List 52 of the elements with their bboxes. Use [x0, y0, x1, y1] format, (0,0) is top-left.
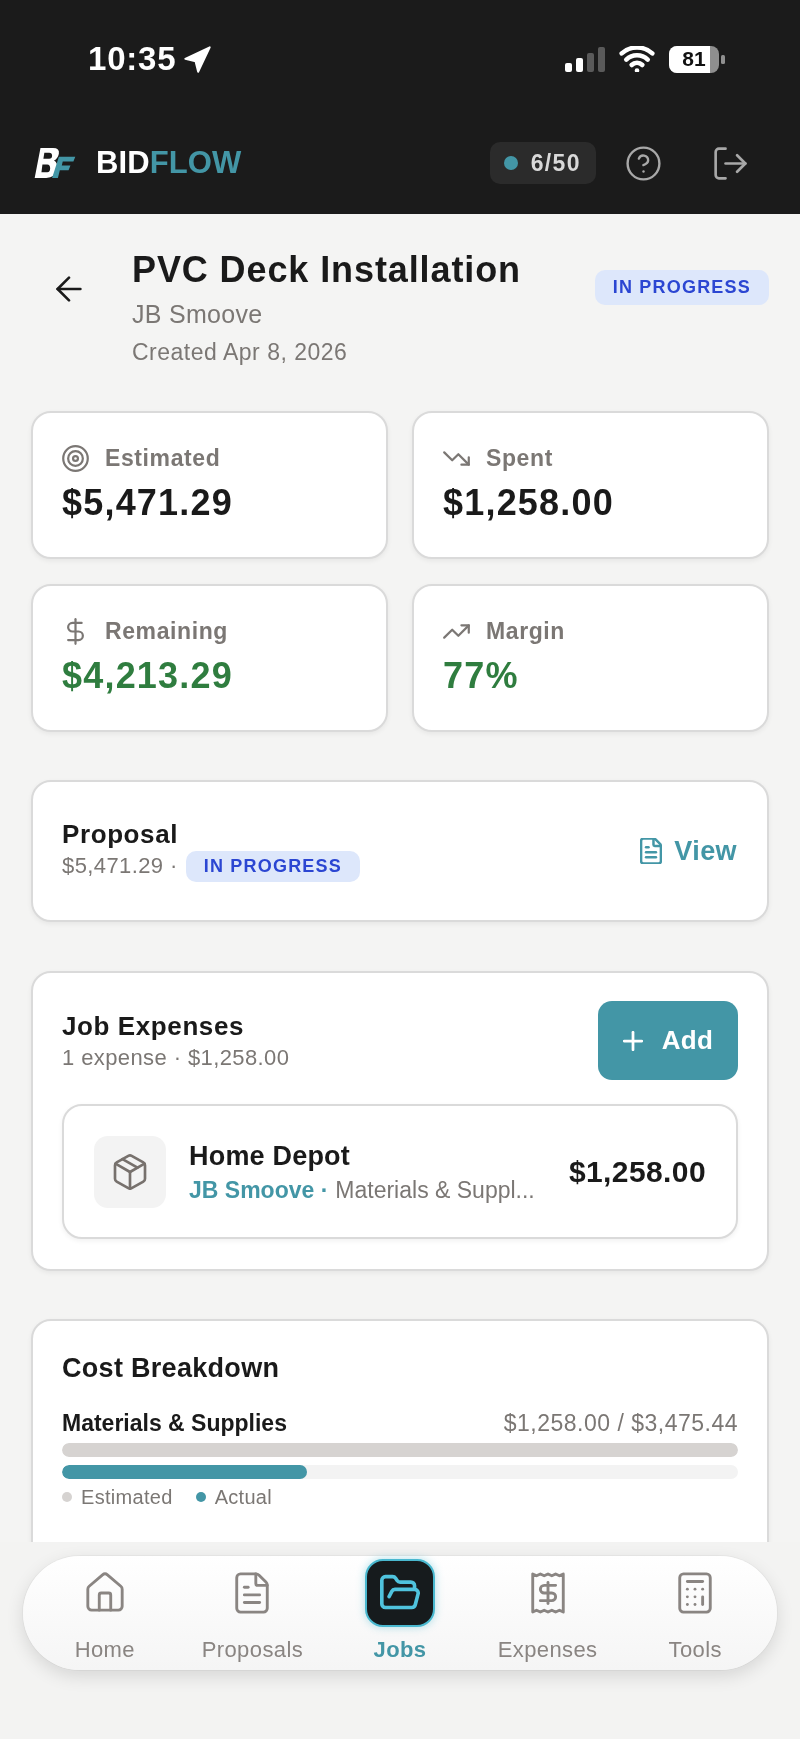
expense-item[interactable]: Home Depot JB Smoove · Materials & Suppl... $1,258.00	[62, 1104, 738, 1239]
home-icon	[83, 1572, 126, 1614]
view-link[interactable]: View	[640, 836, 737, 866]
package-icon	[94, 1135, 166, 1208]
expenses-summary: 1 expense · $1,258.00	[62, 1044, 290, 1071]
location-arrow-icon	[184, 45, 212, 73]
nav-tab[interactable]: Expenses	[473, 1556, 622, 1670]
category-name: Materials & Supplies	[62, 1410, 287, 1436]
status-time: 10:35	[88, 40, 177, 78]
expense-amount: $1,258.00	[568, 1154, 706, 1189]
legend-label: Estimated	[81, 1486, 173, 1508]
job-created-date: Created Apr 8, 2026	[132, 340, 349, 364]
status-badge: IN PROGRESS	[185, 850, 360, 882]
job-title: PVC Deck Installation	[132, 251, 522, 289]
stat-label: Margin	[486, 617, 565, 645]
stat-value: $1,258.00	[443, 483, 615, 523]
stat-value: $5,471.29	[62, 483, 234, 523]
logo-icon	[33, 148, 77, 178]
stat-label: Spent	[486, 444, 553, 472]
legend-label: Actual	[214, 1486, 273, 1508]
usage-count: 6/50	[530, 150, 581, 176]
plus-icon	[622, 1030, 643, 1051]
status-badge: IN PROGRESS	[594, 270, 769, 305]
expenses-title: Job Expenses	[62, 1010, 246, 1041]
help-icon[interactable]	[626, 145, 661, 181]
stat-value: $4,213.29	[62, 656, 234, 696]
cost-breakdown-title: Cost Breakdown	[62, 1353, 280, 1383]
nav-tab[interactable]: Tools	[621, 1556, 769, 1670]
folder-icon	[365, 1559, 435, 1627]
proposal-title: Proposal	[62, 819, 180, 849]
expense-vendor: Home Depot	[189, 1140, 351, 1171]
battery-percentage: 81	[682, 48, 706, 70]
nav-tab[interactable]: Proposals	[178, 1556, 327, 1670]
status-dot-icon	[503, 156, 518, 170]
logout-icon[interactable]	[714, 146, 747, 180]
proposal-amount: $5,471.29 ·	[62, 853, 178, 879]
document-icon	[640, 838, 663, 864]
job-client: JB Smoove	[132, 301, 264, 327]
stat-value: 77%	[443, 656, 520, 696]
expense-client: JB Smoove ·	[189, 1176, 329, 1203]
stat-label: Remaining	[105, 617, 228, 645]
battery-icon	[669, 45, 726, 73]
stat-label: Estimated	[105, 444, 221, 472]
signal-icon	[565, 46, 605, 72]
brand-name: BIDFLOW	[96, 145, 242, 181]
nav-tab[interactable]: Jobs	[326, 1556, 474, 1670]
category-amounts: $1,258.00 / $3,475.44	[503, 1410, 738, 1436]
nav-tab[interactable]: Home	[31, 1556, 179, 1670]
wifi-icon	[619, 46, 655, 72]
expense-category: Materials & Suppl...	[335, 1176, 535, 1203]
target-icon	[62, 444, 89, 472]
add-button[interactable]: Add	[598, 1001, 738, 1080]
